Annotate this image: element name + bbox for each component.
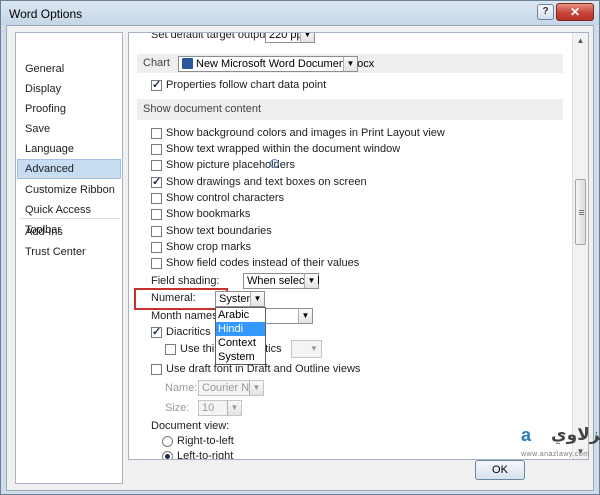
info-icon: i (270, 159, 279, 168)
nav-item-trust-center[interactable]: Trust Center (17, 242, 121, 262)
scroll-up-arrow-icon[interactable]: ▲ (573, 33, 588, 48)
help-button[interactable]: ? (537, 4, 554, 20)
chevron-down-icon: ▼ (304, 274, 318, 288)
chevron-down-icon: ▼ (250, 292, 264, 306)
anazlawy-logo: a انزلاوي www.anazlawy.com (521, 421, 600, 465)
month-names-label: Month names: (151, 310, 221, 322)
nav-item-general[interactable]: General (17, 59, 121, 79)
draft-font-size-value: 10 (202, 402, 215, 414)
draft-font-name-label: Name: (165, 382, 198, 394)
nav-item-display[interactable]: Display (17, 79, 121, 99)
grip-line (579, 210, 584, 211)
scrollbar-thumb[interactable] (575, 179, 586, 245)
word-options-window: Word Options ? ✕ General Display Proofin… (0, 0, 600, 495)
show-crop-marks-checkbox[interactable] (151, 242, 162, 253)
logo-url: www.anazlawy.com (521, 451, 590, 458)
right-to-left-label: Right-to-left (177, 435, 234, 447)
numeral-dropdown-list: Arabic Hindi Context System (215, 307, 266, 365)
left-to-right-label: Left-to-right (177, 450, 234, 460)
numeral-label: Numeral: (151, 292, 196, 304)
diacritics-checkbox[interactable] (151, 325, 162, 338)
month-names-select[interactable]: ▼ (265, 308, 313, 324)
word-document-icon (182, 58, 193, 69)
show-field-codes-checkbox[interactable] (151, 258, 162, 269)
chart-label: Chart (143, 57, 170, 69)
show-bookmarks-label: Show bookmarks (166, 208, 251, 220)
nav-item-customize-ribbon[interactable]: Customize Ribbon (17, 180, 121, 200)
chevron-down-icon: ▼ (298, 309, 312, 323)
chevron-down-icon: ▼ (249, 381, 263, 395)
diacritics-color-picker[interactable]: ▼ (291, 340, 322, 358)
draft-font-size-label: Size: (165, 402, 190, 414)
show-drawings-label: Show drawings and text boxes on screen (166, 176, 367, 188)
show-drawings-checkbox[interactable] (151, 175, 162, 188)
field-shading-select[interactable]: When selected ▼ (243, 273, 320, 289)
show-text-wrapped-label: Show text wrapped within the document wi… (166, 143, 401, 155)
section-heading: Show document content (143, 103, 262, 115)
numeral-select[interactable]: System ▼ (215, 291, 265, 307)
window-title: Word Options (9, 7, 83, 21)
chevron-down-icon: ▼ (343, 57, 357, 71)
logo-text: انزلاوي (551, 425, 600, 445)
nav-item-language[interactable]: Language (17, 139, 121, 159)
use-draft-font-label: Use draft font in Draft and Outline view… (166, 363, 361, 375)
dialog-body: General Display Proofing Save Language A… (6, 25, 594, 491)
left-to-right-radio[interactable] (162, 451, 173, 459)
show-crop-marks-label: Show crop marks (166, 241, 251, 253)
numeral-option-arabic[interactable]: Arabic (216, 308, 265, 322)
nav-divider (20, 176, 120, 177)
logo-mark: a (521, 425, 532, 445)
chevron-down-icon: ▼ (300, 33, 314, 42)
chart-document-select[interactable]: New Microsoft Word Document.docx ▼ (178, 56, 374, 72)
show-background-colors-checkbox[interactable] (151, 128, 162, 139)
diacritics-label: Diacritics (166, 326, 211, 338)
show-field-codes-label: Show field codes instead of their values (166, 257, 360, 269)
nav-item-proofing[interactable]: Proofing (17, 99, 121, 119)
use-this-color-checkbox[interactable] (165, 344, 176, 355)
ok-button[interactable]: OK (475, 460, 525, 480)
advanced-settings-panel: Set default target output to: 220 ppi ▼ … (128, 32, 589, 460)
show-control-characters-label: Show control characters (166, 192, 284, 204)
use-draft-font-checkbox[interactable] (151, 364, 162, 375)
show-text-wrapped-checkbox[interactable] (151, 144, 162, 155)
show-text-boundaries-label: Show text boundaries (166, 225, 272, 237)
grip-line (579, 212, 584, 213)
target-output-label: Set default target output to: (151, 32, 284, 41)
numeral-option-hindi[interactable]: Hindi (216, 322, 265, 336)
nav-divider (20, 218, 120, 219)
nav-item-add-ins[interactable]: Add-Ins (17, 222, 121, 242)
options-nav: General Display Proofing Save Language A… (15, 32, 123, 484)
show-background-colors-label: Show background colors and images in Pri… (166, 127, 445, 139)
chevron-down-icon: ▼ (310, 344, 318, 353)
draft-font-name-select[interactable]: Courier New ▼ (198, 380, 264, 396)
nav-item-save[interactable]: Save (17, 119, 121, 139)
show-bookmarks-checkbox[interactable] (151, 209, 162, 220)
numeral-option-system[interactable]: System (216, 350, 265, 364)
document-view-label: Document view: (151, 420, 230, 432)
show-document-content-header: Show document content (137, 99, 563, 120)
right-to-left-radio[interactable] (162, 436, 173, 447)
show-picture-placeholders-checkbox[interactable] (151, 160, 162, 171)
draft-font-size-select[interactable]: 10 ▼ (198, 400, 242, 416)
show-text-boundaries-checkbox[interactable] (151, 226, 162, 237)
close-button[interactable]: ✕ (556, 3, 594, 21)
field-shading-label: Field shading: (151, 275, 220, 287)
properties-follow-chart-checkbox[interactable] (151, 78, 162, 91)
numeral-option-context[interactable]: Context (216, 336, 265, 350)
show-control-characters-checkbox[interactable] (151, 193, 162, 204)
nav-item-quick-access-toolbar[interactable]: Quick Access Toolbar (17, 200, 121, 236)
vertical-scrollbar[interactable]: ▲ ▼ (572, 33, 588, 459)
chevron-down-icon: ▼ (227, 401, 241, 415)
grip-line (579, 214, 584, 215)
properties-follow-chart-label: Properties follow chart data point (166, 79, 327, 91)
target-output-select[interactable]: 220 ppi ▼ (265, 33, 315, 43)
title-bar: Word Options ? ✕ (1, 1, 599, 25)
